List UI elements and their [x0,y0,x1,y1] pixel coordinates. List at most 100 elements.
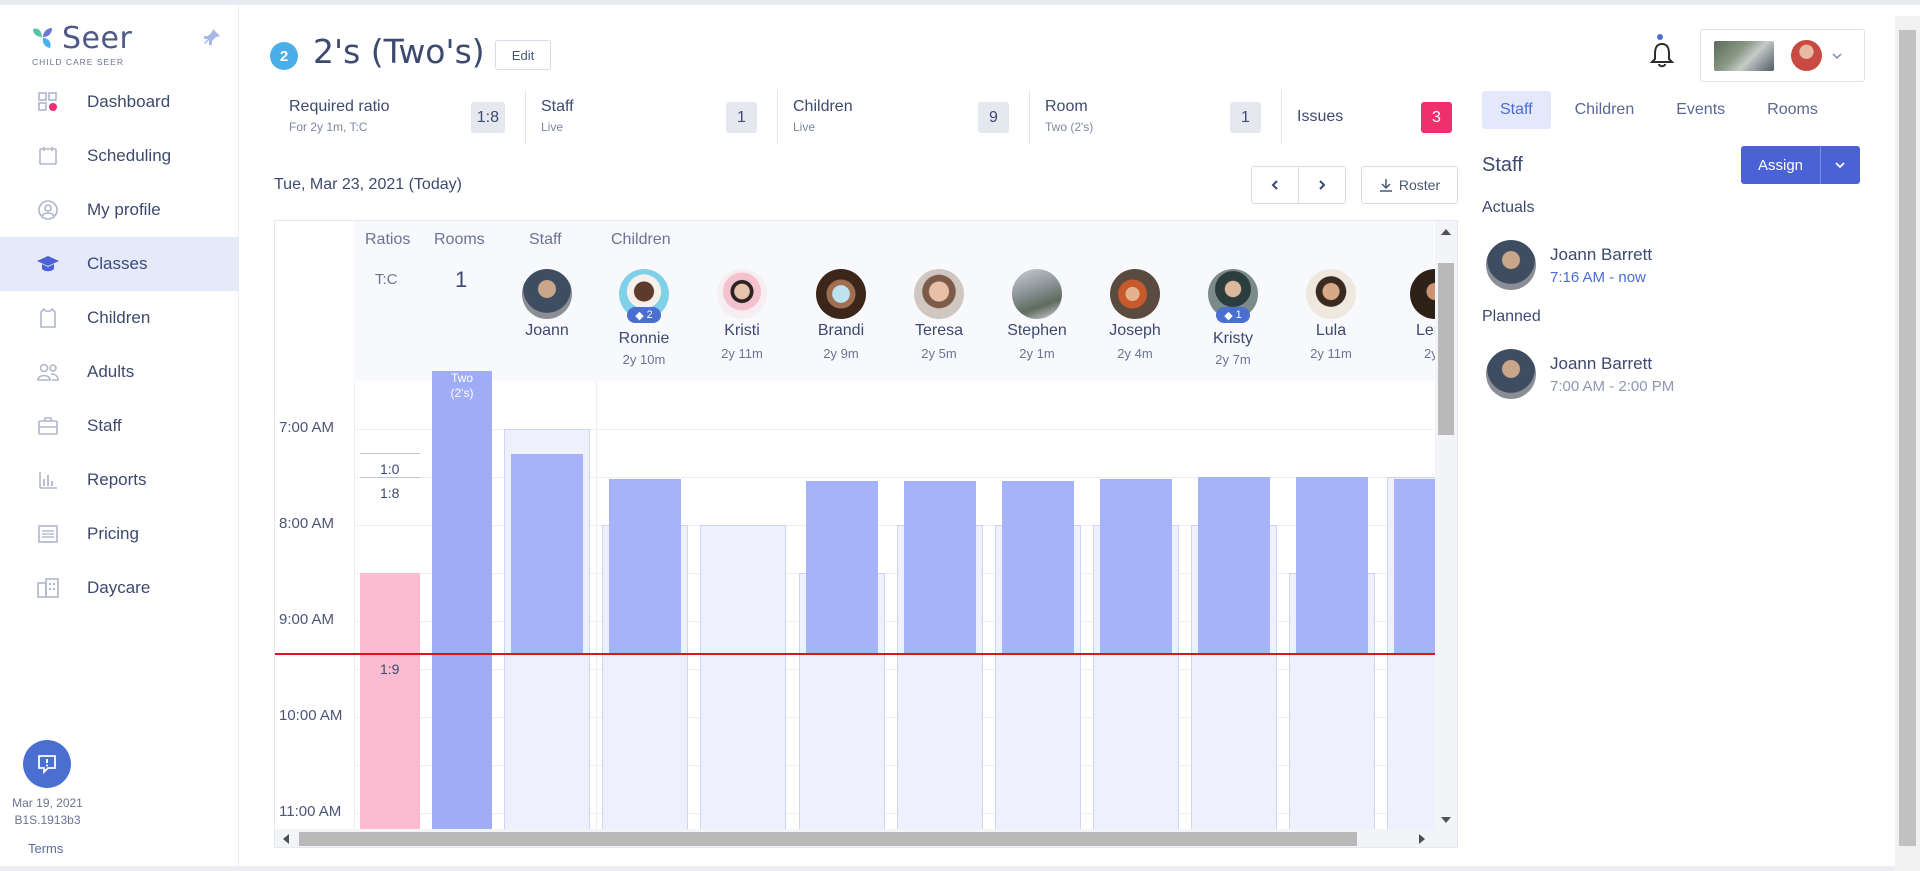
stat-value: 1 [1230,102,1261,133]
column-header-rooms: Rooms [434,231,485,248]
stat-issues[interactable]: Issues 3 [1282,90,1472,145]
edit-button[interactable]: Edit [495,40,551,70]
scroll-thumb[interactable] [299,832,1357,846]
time-label: 8:00 AM [279,515,335,532]
page-title: 2's (Two's) [313,32,485,71]
sidebar-item-pricing[interactable]: Pricing [0,507,239,561]
child-column-kristi[interactable]: Kristi 2y 11m [693,269,791,361]
ratio-mark: 1:8 [380,485,400,501]
planned-staff-entry[interactable]: Joann Barrett 7:00 AM - 2:00 PM [1486,349,1674,399]
scroll-up-arrow-icon[interactable] [1441,229,1451,235]
stat-staff: Staff Live 1 [526,90,778,145]
tab-events[interactable]: Events [1658,91,1743,129]
staff-column-joann[interactable]: Joann [498,269,596,340]
planned-heading: Planned [1482,308,1541,325]
previous-day-button[interactable] [1252,167,1299,203]
stat-sub: For 2y 1m, T:C [289,120,368,134]
ratio-violation-bar[interactable] [360,573,420,847]
child-column-lula[interactable]: Lula 2y 11m [1282,269,1380,361]
grid-horizontal-scrollbar[interactable] [275,829,1457,847]
sidebar-item-reports[interactable]: Reports [0,453,239,507]
actual-staff-entry[interactable]: Joann Barrett 7:16 AM - now [1486,240,1652,290]
sidebar-item-label: Adults [87,362,135,381]
seer-logo-icon [33,28,52,48]
room-occupancy-bar[interactable] [432,371,492,847]
sidebar-item-label: Dashboard [87,92,171,111]
ratio-divider [360,477,420,478]
briefcase-icon [36,414,60,438]
tab-rooms[interactable]: Rooms [1749,91,1836,129]
column-header-children: Children [611,231,671,248]
assign-button[interactable]: Assign [1741,146,1821,184]
scroll-down-arrow-icon[interactable] [1441,817,1451,823]
tab-staff[interactable]: Staff [1482,91,1551,129]
building-icon [36,576,60,600]
child-column-joseph[interactable]: Joseph 2y 4m [1086,269,1184,361]
scroll-right-arrow-icon[interactable] [1419,834,1425,844]
column-header-staff: Staff [529,231,562,248]
sidebar-item-children[interactable]: Children [0,291,239,345]
child-planned-bar[interactable] [700,525,786,847]
child-age: 2y 10m [622,352,666,367]
child-actual-bar[interactable] [1394,479,1437,653]
child-actual-bar[interactable] [806,481,878,653]
chevron-down-icon [1832,53,1842,60]
scroll-thumb[interactable] [1899,30,1916,846]
sidebar-item-staff[interactable]: Staff [0,399,239,453]
sidebar-item-adults[interactable]: Adults [0,345,239,399]
staff-name: Joann Barrett [1550,244,1653,264]
child-name: Lula [1315,322,1347,339]
child-column-teresa[interactable]: Teresa 2y 5m [890,269,988,361]
page-vertical-scrollbar[interactable] [1895,16,1920,871]
child-actual-bar[interactable] [1296,477,1368,653]
tab-children[interactable]: Children [1557,91,1653,129]
sidebar-item-dashboard[interactable]: Dashboard [0,75,239,129]
panel-tabs: Staff Children Events Rooms [1482,91,1842,129]
tag-icon: ◆ [1224,309,1233,322]
child-column-kristy[interactable]: ◆ 1 Kristy 2y 7m [1184,269,1282,367]
child-actual-bar[interactable] [1100,479,1172,653]
bell-icon[interactable] [1648,38,1676,70]
roster-button[interactable]: Roster [1361,166,1458,204]
scroll-left-arrow-icon[interactable] [283,834,289,844]
child-column-ronnie[interactable]: ◆ 2 Ronnie 2y 10m [595,269,693,367]
time-label: 9:00 AM [279,611,335,628]
child-actual-bar[interactable] [1002,481,1074,653]
stat-label: Issues [1297,108,1344,125]
child-actual-bar[interactable] [904,481,976,653]
actuals-heading: Actuals [1482,199,1535,216]
feedback-button[interactable] [23,740,71,788]
date-navigation [1251,166,1346,204]
sidebar-item-my-profile[interactable]: My profile [0,183,239,237]
child-avatar: ◆ 1 [1208,269,1258,323]
child-age: 2y 7m [1215,352,1251,367]
panel-title: Staff [1482,154,1523,176]
class-badge: 2 [270,42,298,70]
child-name: Stephen [1007,322,1067,339]
sidebar-item-daycare[interactable]: Daycare [0,561,239,615]
grid-vertical-scrollbar[interactable] [1435,221,1457,831]
assign-button-group: Assign [1741,146,1860,184]
child-actual-bar[interactable] [1198,477,1270,653]
child-age: 2y 11m [1310,346,1352,361]
sidebar-item-label: Classes [87,254,148,273]
child-column-stephen[interactable]: Stephen 2y 1m [988,269,1086,361]
sidebar-item-label: My profile [87,200,161,219]
stat-room: Room Two (2's) 1 [1030,90,1282,145]
sidebar-item-label: Pricing [87,524,139,543]
child-column-brandi[interactable]: Brandi 2y 9m [792,269,890,361]
assign-dropdown-button[interactable] [1821,146,1859,184]
account-menu[interactable] [1700,29,1865,82]
sidebar-item-label: Staff [87,416,122,435]
issues-count-badge[interactable]: 3 [1421,102,1452,133]
sidebar-item-scheduling[interactable]: Scheduling [0,129,239,183]
sidebar-item-classes[interactable]: Classes [0,237,239,291]
scroll-thumb[interactable] [1438,263,1454,435]
column-divider [354,381,355,847]
pin-icon[interactable] [200,27,222,49]
next-day-button[interactable] [1299,167,1346,203]
staff-actual-bar[interactable] [511,454,583,653]
terms-link[interactable]: Terms [28,841,63,856]
child-actual-bar[interactable] [609,479,681,653]
child-name: Brandi [817,322,865,339]
